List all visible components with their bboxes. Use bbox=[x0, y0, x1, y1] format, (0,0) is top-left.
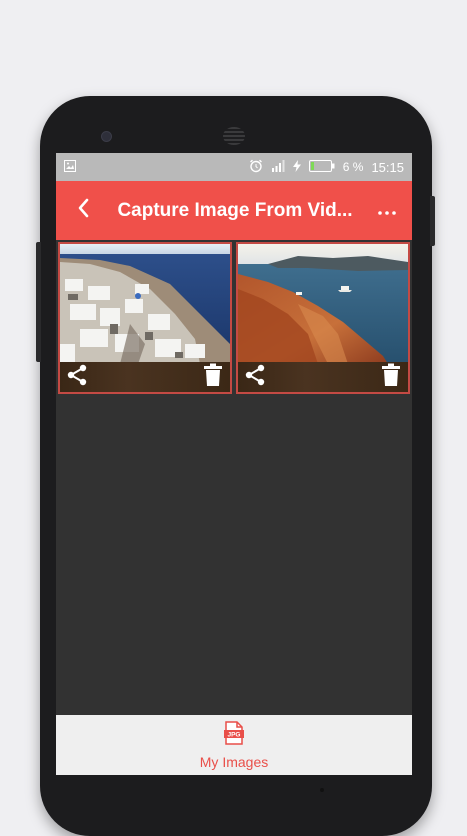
more-horizontal-icon bbox=[378, 202, 396, 220]
card-action-bar bbox=[238, 362, 408, 392]
santorini-cliff-sea-photo[interactable] bbox=[238, 244, 408, 364]
back-arrow-icon bbox=[77, 198, 91, 223]
share-button[interactable] bbox=[63, 363, 91, 391]
delete-icon bbox=[203, 363, 223, 392]
alarm-icon bbox=[249, 159, 263, 176]
status-bar: 6 % 15:15 bbox=[56, 153, 412, 181]
page-title: Capture Image From Vid... bbox=[117, 199, 353, 221]
delete-button[interactable] bbox=[199, 363, 227, 391]
share-icon bbox=[65, 363, 89, 392]
my-images-label: My Images bbox=[199, 753, 269, 770]
phone-home-indicator bbox=[320, 788, 324, 792]
delete-button[interactable] bbox=[377, 363, 405, 391]
image-icon bbox=[64, 159, 76, 175]
santorini-village-photo[interactable] bbox=[60, 244, 230, 364]
share-button[interactable] bbox=[241, 363, 269, 391]
app-screen: 6 % 15:15 Capture Image From Vid... JPG … bbox=[56, 153, 412, 775]
earpiece-speaker bbox=[223, 127, 245, 145]
svg-text:JPG: JPG bbox=[227, 731, 240, 738]
battery-percent: 6 % bbox=[342, 160, 364, 174]
bottom-navigation: JPG My Images bbox=[56, 715, 412, 775]
image-card[interactable] bbox=[236, 242, 410, 394]
jpg-file-icon: JPG bbox=[224, 720, 244, 750]
app-toolbar: Capture Image From Vid... bbox=[56, 181, 412, 240]
charging-icon bbox=[292, 159, 301, 175]
delete-icon bbox=[381, 363, 401, 392]
back-button[interactable] bbox=[56, 181, 112, 240]
card-action-bar bbox=[60, 362, 230, 392]
front-camera bbox=[101, 131, 112, 142]
my-images-button[interactable]: JPG My Images bbox=[199, 720, 269, 770]
image-card[interactable] bbox=[58, 242, 232, 394]
phone-side-button bbox=[36, 242, 41, 362]
overflow-menu-button[interactable] bbox=[362, 181, 412, 240]
signal-icon bbox=[271, 159, 285, 175]
power-button bbox=[430, 196, 435, 246]
share-icon bbox=[243, 363, 267, 392]
battery-icon bbox=[308, 159, 335, 175]
clock: 15:15 bbox=[371, 159, 404, 175]
image-grid bbox=[56, 240, 412, 394]
